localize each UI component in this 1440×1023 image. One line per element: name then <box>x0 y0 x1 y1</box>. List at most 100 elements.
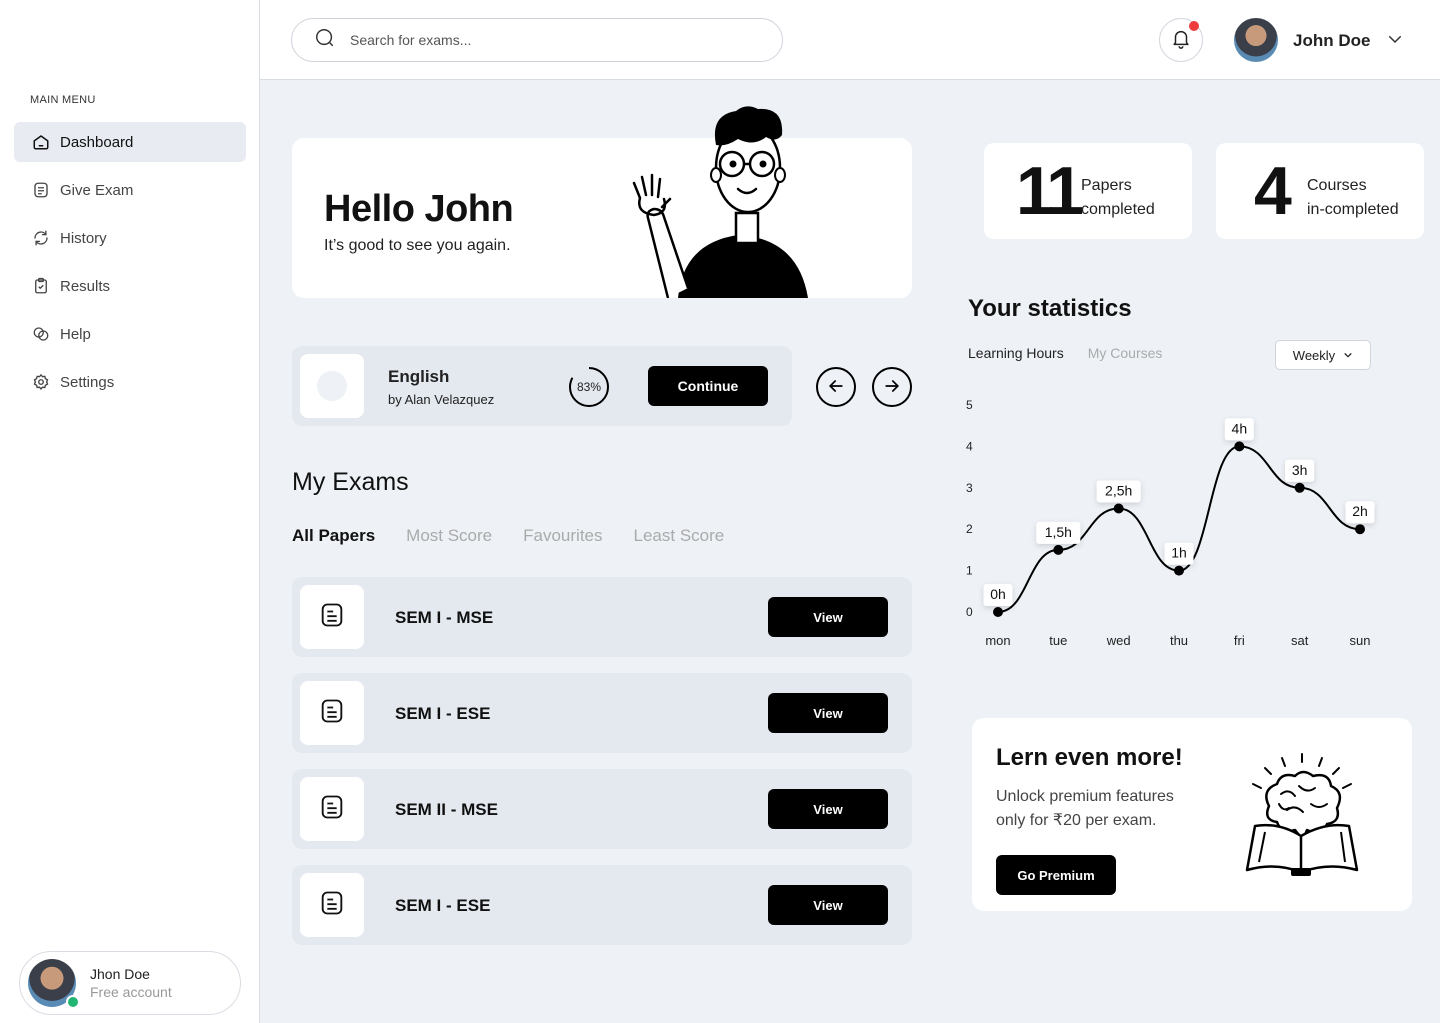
top-header: John Doe <box>260 0 1440 80</box>
sidebar-item-label: Results <box>60 277 111 295</box>
exam-row: SEM I - MSE View <box>292 577 912 657</box>
tab-learning-hours[interactable]: Learning Hours <box>968 345 1064 361</box>
papers-label-line1: Papers <box>1081 177 1132 194</box>
data-point <box>993 607 1003 617</box>
tab-most-score[interactable]: Most Score <box>406 526 492 546</box>
x-tick-label: mon <box>985 633 1010 648</box>
sidebar-item-history[interactable]: History <box>14 218 246 258</box>
avatar <box>28 959 80 1009</box>
data-label: 0h <box>990 586 1006 602</box>
data-point <box>1113 503 1124 514</box>
greeting-card: Hello John It’s good to see you again. <box>292 138 912 298</box>
tab-least-score[interactable]: Least Score <box>634 526 725 546</box>
papers-completed-count: 11 <box>1016 153 1084 229</box>
document-icon <box>318 697 346 730</box>
exam-name: SEM I - ESE <box>395 896 491 915</box>
tab-my-courses[interactable]: My Courses <box>1088 345 1163 361</box>
document-icon <box>32 181 50 199</box>
continue-button[interactable]: Continue <box>648 366 768 406</box>
premium-card: Lern even more! Unlock premium features … <box>972 718 1412 911</box>
y-tick-label: 4 <box>966 439 973 453</box>
sidebar-user-plan: Free account <box>90 984 172 1000</box>
sidebar-user-card[interactable]: Jhon Doe Free account <box>19 951 241 1015</box>
course-title: English <box>388 367 450 386</box>
search-input[interactable] <box>350 32 730 48</box>
data-point <box>1294 482 1305 493</box>
exam-thumbnail <box>300 681 364 745</box>
courses-label-line2: in-completed <box>1307 201 1399 218</box>
data-label: 2,5h <box>1105 483 1132 499</box>
sidebar-item-results[interactable]: Results <box>14 266 246 306</box>
papers-completed-label: Papers completed <box>1081 174 1155 222</box>
brain-book-illustration <box>1245 753 1359 876</box>
chevron-down-icon <box>1335 348 1353 363</box>
exam-row: SEM I - ESE View <box>292 673 912 753</box>
document-icon <box>318 889 346 922</box>
data-label: 2h <box>1352 503 1368 519</box>
bell-icon <box>1170 27 1192 54</box>
sidebar-item-dashboard[interactable]: Dashboard <box>14 122 246 162</box>
courses-incompleted-card: 4 Courses in-completed <box>1216 143 1424 239</box>
notification-badge <box>1189 21 1199 31</box>
exam-tabs: All Papers Most Score Favourites Least S… <box>292 526 755 546</box>
waving-man-illustration <box>632 106 808 298</box>
go-premium-button[interactable]: Go Premium <box>996 855 1116 895</box>
header-avatar[interactable] <box>1234 18 1278 62</box>
arrow-left-icon <box>826 376 846 399</box>
data-label: 4h <box>1232 420 1248 436</box>
y-tick-label: 0 <box>966 605 973 619</box>
exam-thumbnail <box>300 777 364 841</box>
x-tick-label: fri <box>1234 633 1245 648</box>
search-bar[interactable] <box>291 18 783 62</box>
exam-name: SEM I - ESE <box>395 704 491 723</box>
data-label: 1,5h <box>1045 524 1072 540</box>
premium-title: Lern even more! <box>996 744 1183 771</box>
learning-hours-chart: 0 1 2 3 4 5 mon tue wed thu fri sat sun 0h 1,5h 2,5h 1h 4… <box>966 398 1375 648</box>
y-tick-label: 3 <box>966 481 973 495</box>
previous-button[interactable] <box>816 367 856 407</box>
exam-row: SEM II - MSE View <box>292 769 912 849</box>
greeting-title: Hello John <box>324 188 514 230</box>
exam-thumbnail <box>300 585 364 649</box>
period-select-value: Weekly <box>1292 347 1336 363</box>
tab-favourites[interactable]: Favourites <box>523 526 602 546</box>
gear-icon <box>32 373 50 391</box>
home-icon <box>32 133 50 151</box>
chevron-down-icon[interactable] <box>1386 30 1404 53</box>
courses-incompleted-label: Courses in-completed <box>1307 174 1399 222</box>
exam-name: SEM II - MSE <box>395 800 498 819</box>
period-select[interactable]: Weekly <box>1275 340 1371 370</box>
notifications-button[interactable] <box>1159 18 1203 62</box>
x-tick-label: sat <box>1291 633 1309 648</box>
statistics-tabs: Learning Hours My Courses <box>968 345 1186 361</box>
data-point <box>1174 565 1184 576</box>
my-exams-title: My Exams <box>292 468 409 496</box>
data-label: 1h <box>1171 545 1187 561</box>
exam-name: SEM I - MSE <box>395 608 494 627</box>
header-user-name[interactable]: John Doe <box>1293 31 1370 51</box>
data-point <box>1053 544 1064 555</box>
sidebar-item-label: Settings <box>60 373 115 391</box>
view-button[interactable]: View <box>768 693 888 733</box>
next-button[interactable] <box>872 367 912 407</box>
main-menu: Dashboard Give Exam History Results Help <box>14 122 246 410</box>
sidebar-item-help[interactable]: Help <box>14 314 246 354</box>
arrow-right-icon <box>882 376 902 399</box>
courses-incompleted-count: 4 <box>1254 153 1292 229</box>
help-icon <box>32 325 50 343</box>
papers-label-line2: completed <box>1081 201 1155 218</box>
view-button[interactable]: View <box>768 597 888 637</box>
refresh-icon <box>32 229 50 247</box>
sidebar-user-name: Jhon Doe <box>90 966 150 982</box>
sidebar-item-give-exam[interactable]: Give Exam <box>14 170 246 210</box>
view-button[interactable]: View <box>768 885 888 925</box>
tab-all-papers[interactable]: All Papers <box>292 526 375 546</box>
current-course-card: English by Alan Velazquez 83% Continue <box>292 346 792 426</box>
course-author: by Alan Velazquez <box>388 392 495 407</box>
courses-label-line1: Courses <box>1307 177 1367 194</box>
exam-thumbnail <box>300 873 364 937</box>
papers-completed-card: 11 Papers completed <box>984 143 1192 239</box>
sidebar-item-settings[interactable]: Settings <box>14 362 246 402</box>
view-button[interactable]: View <box>768 789 888 829</box>
course-thumbnail <box>300 354 364 418</box>
